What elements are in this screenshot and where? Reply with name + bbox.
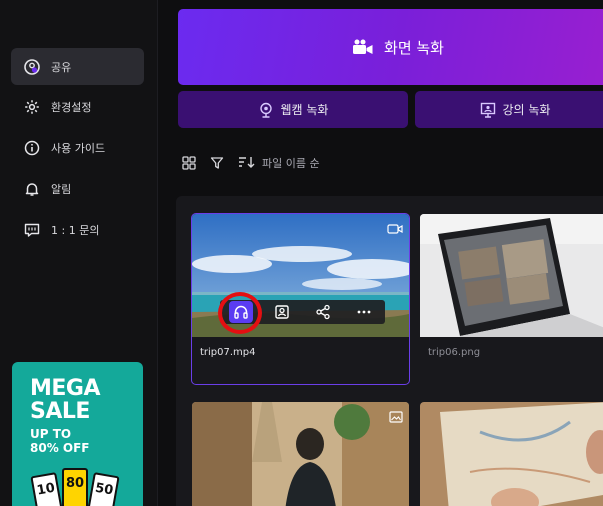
record-webcam-button[interactable]: 웹캠 녹화 (178, 91, 408, 128)
highlight-ring (218, 292, 262, 334)
file-card-trip06[interactable]: trip06.png (420, 214, 603, 384)
contact-card-icon[interactable] (270, 301, 294, 323)
file-card-trip07[interactable]: trip07.mp4 (191, 213, 410, 385)
image-type-icon (389, 408, 403, 427)
more-options-icon[interactable] (352, 301, 376, 323)
promo-title-line2: SALE (30, 399, 90, 424)
promo-coupon: 80 (62, 468, 88, 506)
file-name: trip07.mp4 (200, 347, 256, 358)
sidebar-item-label: 1 : 1 문의 (51, 223, 100, 237)
image-thumbnail (192, 402, 409, 506)
sidebar-item-share[interactable]: 공유 (11, 48, 144, 85)
record-screen-label: 화면 녹화 (384, 38, 444, 57)
record-screen-button[interactable]: 화면 녹화 (178, 9, 603, 85)
sidebar-item-inquiry[interactable]: 1 : 1 문의 (11, 211, 144, 248)
share-user-icon (23, 58, 41, 76)
sidebar-item-notifications[interactable]: 알림 (11, 170, 144, 207)
image-thumbnail (420, 402, 603, 506)
file-card[interactable] (420, 402, 603, 506)
promo-coupon: 50 (86, 472, 120, 506)
record-lecture-label: 강의 녹화 (502, 103, 551, 117)
chat-icon (23, 221, 41, 239)
record-webcam-label: 웹캠 녹화 (280, 103, 329, 117)
file-card[interactable] (192, 402, 409, 506)
video-camera-icon (352, 38, 374, 56)
record-lecture-button[interactable]: 강의 녹화 (415, 91, 603, 128)
sidebar-item-label: 환경설정 (51, 100, 92, 114)
view-toolbar: 파일 이름 순 (182, 152, 320, 174)
filter-icon[interactable] (210, 156, 224, 170)
sort-icon (238, 155, 256, 172)
file-grid: trip07.mp4 trip06.png (176, 196, 603, 506)
promo-banner[interactable]: MEGA SALE UP TO 80% OFF 10 80 50 (12, 362, 143, 506)
info-icon (23, 139, 41, 157)
promo-title-line1: MEGA (30, 376, 101, 401)
sidebar-item-label: 알림 (51, 182, 72, 196)
gear-icon (23, 98, 41, 116)
promo-subtitle-line1: UP TO (30, 427, 72, 441)
sort-button[interactable]: 파일 이름 순 (238, 155, 320, 172)
webcam-icon (258, 102, 274, 118)
sort-label: 파일 이름 순 (262, 157, 320, 170)
sidebar: 공유 환경설정 사용 가이드 알림 1 : 1 문의 MEGA SALE UP … (0, 0, 158, 506)
share-icon[interactable] (311, 301, 335, 323)
promo-subtitle-line2: 80% OFF (30, 441, 90, 455)
sidebar-item-guide[interactable]: 사용 가이드 (11, 129, 144, 166)
bell-icon (23, 180, 41, 198)
grid-view-icon[interactable] (182, 156, 196, 170)
sidebar-item-settings[interactable]: 환경설정 (11, 88, 144, 125)
promo-coupon: 10 (30, 472, 64, 506)
sidebar-item-label: 공유 (51, 60, 72, 74)
sidebar-item-label: 사용 가이드 (51, 141, 106, 155)
main-area: 화면 녹화 웹캠 녹화 강의 녹화 파일 이름 순 trip07.mp4 tri… (158, 0, 603, 506)
video-type-icon (387, 220, 403, 239)
file-name: trip06.png (428, 347, 481, 358)
presentation-icon (480, 102, 496, 118)
image-thumbnail (420, 214, 603, 337)
